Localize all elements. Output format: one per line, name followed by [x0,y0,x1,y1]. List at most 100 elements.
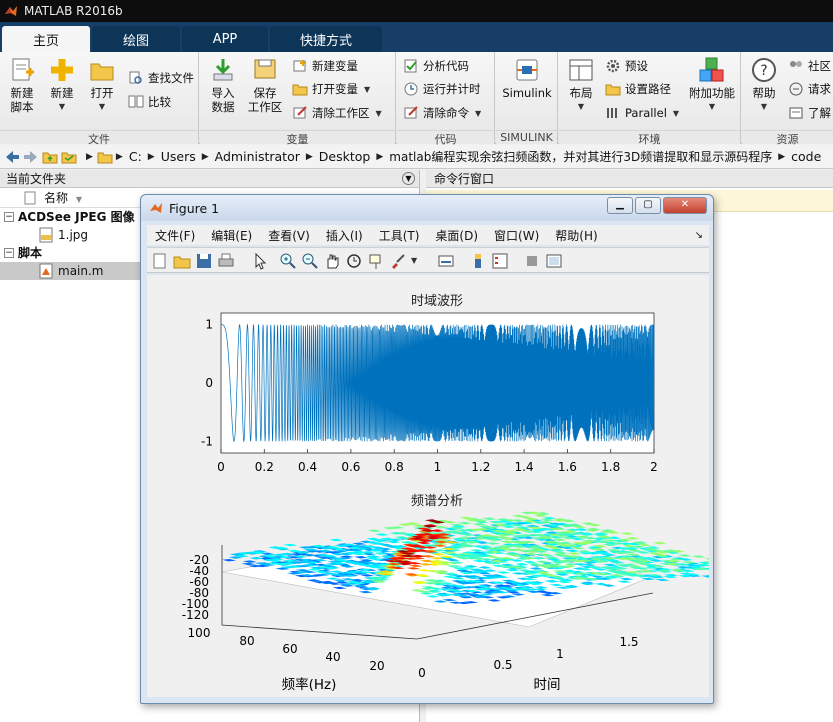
addons-label: 附加功能 [689,86,735,100]
dock-arrow-icon[interactable]: ↘ [695,230,703,241]
tab-shortcuts[interactable]: 快捷方式 [270,26,382,52]
menu-file[interactable]: 文件(F) [155,227,195,244]
x-tick-label: 1.8 [601,460,620,474]
parallel-button[interactable]: Parallel ▼ [605,103,679,123]
surface-cell [482,517,497,520]
data-cursor-icon[interactable] [367,252,385,270]
tree-group-label: ACDSee JPEG 图像 [18,210,135,224]
app-title: MATLAB R2016b [24,4,123,18]
command-window-title: 命令行窗口 [434,172,495,186]
addons-button[interactable]: 附加功能 ▼ [687,56,737,114]
new-figure-icon[interactable] [151,252,169,270]
open-file-icon[interactable] [173,252,191,270]
ribbon-tabs: 主页 绘图 APP 快捷方式 [0,22,833,52]
zoom-in-icon[interactable] [279,252,297,270]
preferences-button[interactable]: 预设 [605,56,648,76]
legend-icon[interactable] [491,252,509,270]
close-button[interactable]: ✕ [663,197,707,214]
simulink-icon [516,59,538,81]
freq-tick: 40 [325,650,340,664]
set-path-button[interactable]: 设置路径 [605,79,671,99]
menu-window[interactable]: 窗口(W) [494,227,539,244]
analyze-code-button[interactable]: 分析代码 [403,56,469,76]
browse-folder-icon[interactable] [61,149,77,165]
layout-button[interactable]: 布局 ▼ [563,56,599,114]
sort-arrow-icon: ▼ [75,195,82,204]
open-variable-button[interactable]: 打开变量 ▼ [292,79,370,99]
time-domain-axes[interactable]: 0 0.2 0.4 0.6 0.8 1 1.2 1.4 1.6 1.8 2 1 0 -1 [201,312,658,474]
new-button[interactable]: 新建 ▼ [46,56,78,114]
clear-workspace-button[interactable]: 清除工作区 ▼ [292,103,382,123]
rotate-3d-icon[interactable] [345,252,363,270]
group-file: 新建 脚本 新建 ▼ 打开 ▼ 查找文件 比较 文件 [0,52,199,146]
up-folder-icon[interactable] [42,149,58,165]
pointer-icon[interactable] [251,252,269,270]
breadcrumb-item[interactable]: matlab编程实现余弦扫频函数，并对其进行3D频谱提取和显示源码程序 [389,148,772,165]
hide-tools-icon[interactable] [523,252,541,270]
surface-cell [603,563,618,567]
collapse-icon[interactable]: − [4,212,14,222]
save-workspace-button[interactable]: 保存 工作区 [246,56,284,114]
new-script-label: 新建 脚本 [10,86,34,114]
breadcrumb-item[interactable]: C: [129,149,142,164]
brush-dropdown-icon[interactable]: ▼ [411,256,417,265]
print-icon[interactable] [217,252,235,270]
collapse-icon[interactable]: − [4,248,14,258]
breadcrumb-item[interactable]: Users [161,149,196,164]
compare-button[interactable]: 比较 [128,92,171,112]
request-support-button[interactable]: 请求 [788,79,831,99]
forward-arrow-icon[interactable] [23,149,39,165]
zoom-out-icon[interactable] [301,252,319,270]
group-code: 分析代码 运行并计时 清除命令 ▼ 代码 [397,52,495,146]
breadcrumb-item[interactable]: code [791,149,821,164]
run-and-time-button[interactable]: 运行并计时 [403,79,481,99]
menu-help[interactable]: 帮助(H) [555,227,597,244]
clear-commands-button[interactable]: 清除命令 ▼ [403,103,481,123]
clear-workspace-dropdown-icon: ▼ [375,108,382,118]
menu-insert[interactable]: 插入(I) [326,227,363,244]
tab-apps[interactable]: APP [182,26,268,52]
figure-title: Figure 1 [169,200,220,216]
import-icon [213,59,233,81]
simulink-button[interactable]: Simulink [500,56,554,100]
menu-edit[interactable]: 编辑(E) [211,227,252,244]
breadcrumb-item[interactable]: Administrator [215,149,300,164]
back-arrow-icon[interactable] [4,149,20,165]
new-label: 新建 [50,86,74,100]
address-sep-icon: ▶ [778,151,786,162]
link-plot-icon[interactable] [437,252,455,270]
save-icon[interactable] [195,252,213,270]
pan-hand-icon[interactable] [323,252,341,270]
menu-view[interactable]: 查看(V) [268,227,310,244]
spectrum-3d-axes[interactable]: -20 -40 -60 -80 -100 -120 100 80 60 40 2… [182,511,709,694]
tab-home[interactable]: 主页 [2,26,90,52]
group-variable-label: 变量 [200,130,395,146]
new-script-button[interactable]: 新建 脚本 [6,56,38,114]
learn-matlab-button[interactable]: 了解 [788,103,831,123]
folder-icon [97,152,113,163]
brush-icon[interactable] [389,252,407,270]
find-files-button[interactable]: 查找文件 [128,68,194,88]
menu-tools[interactable]: 工具(T) [379,227,420,244]
menu-desktop[interactable]: 桌面(D) [435,227,478,244]
minimize-button[interactable]: ▁ [607,197,633,214]
open-button[interactable]: 打开 ▼ [86,56,118,114]
tab-plots[interactable]: 绘图 [92,26,180,52]
community-button[interactable]: 社区 [788,56,831,76]
figure-titlebar[interactable]: Figure 1 ▁ ▢ ✕ [141,195,713,221]
show-tools-icon[interactable] [545,252,563,270]
request-support-icon [789,82,803,96]
preferences-label: 预设 [625,59,648,73]
app-titlebar: MATLAB R2016b [0,0,833,22]
time-axis-ticks: 0.5 1 1.5 [493,635,638,672]
new-variable-button[interactable]: 新建变量 [292,56,358,76]
breadcrumb-item[interactable]: Desktop [319,149,371,164]
file-name: 1.jpg [58,228,89,242]
analyze-code-label: 分析代码 [423,59,469,73]
import-data-button[interactable]: 导入 数据 [206,56,240,114]
clear-workspace-label: 清除工作区 [312,106,370,120]
help-button[interactable]: ? 帮助 ▼ [746,56,782,114]
colorbar-icon[interactable] [469,252,487,270]
panel-menu-icon[interactable]: ▼ [402,172,415,185]
maximize-button[interactable]: ▢ [635,197,661,214]
